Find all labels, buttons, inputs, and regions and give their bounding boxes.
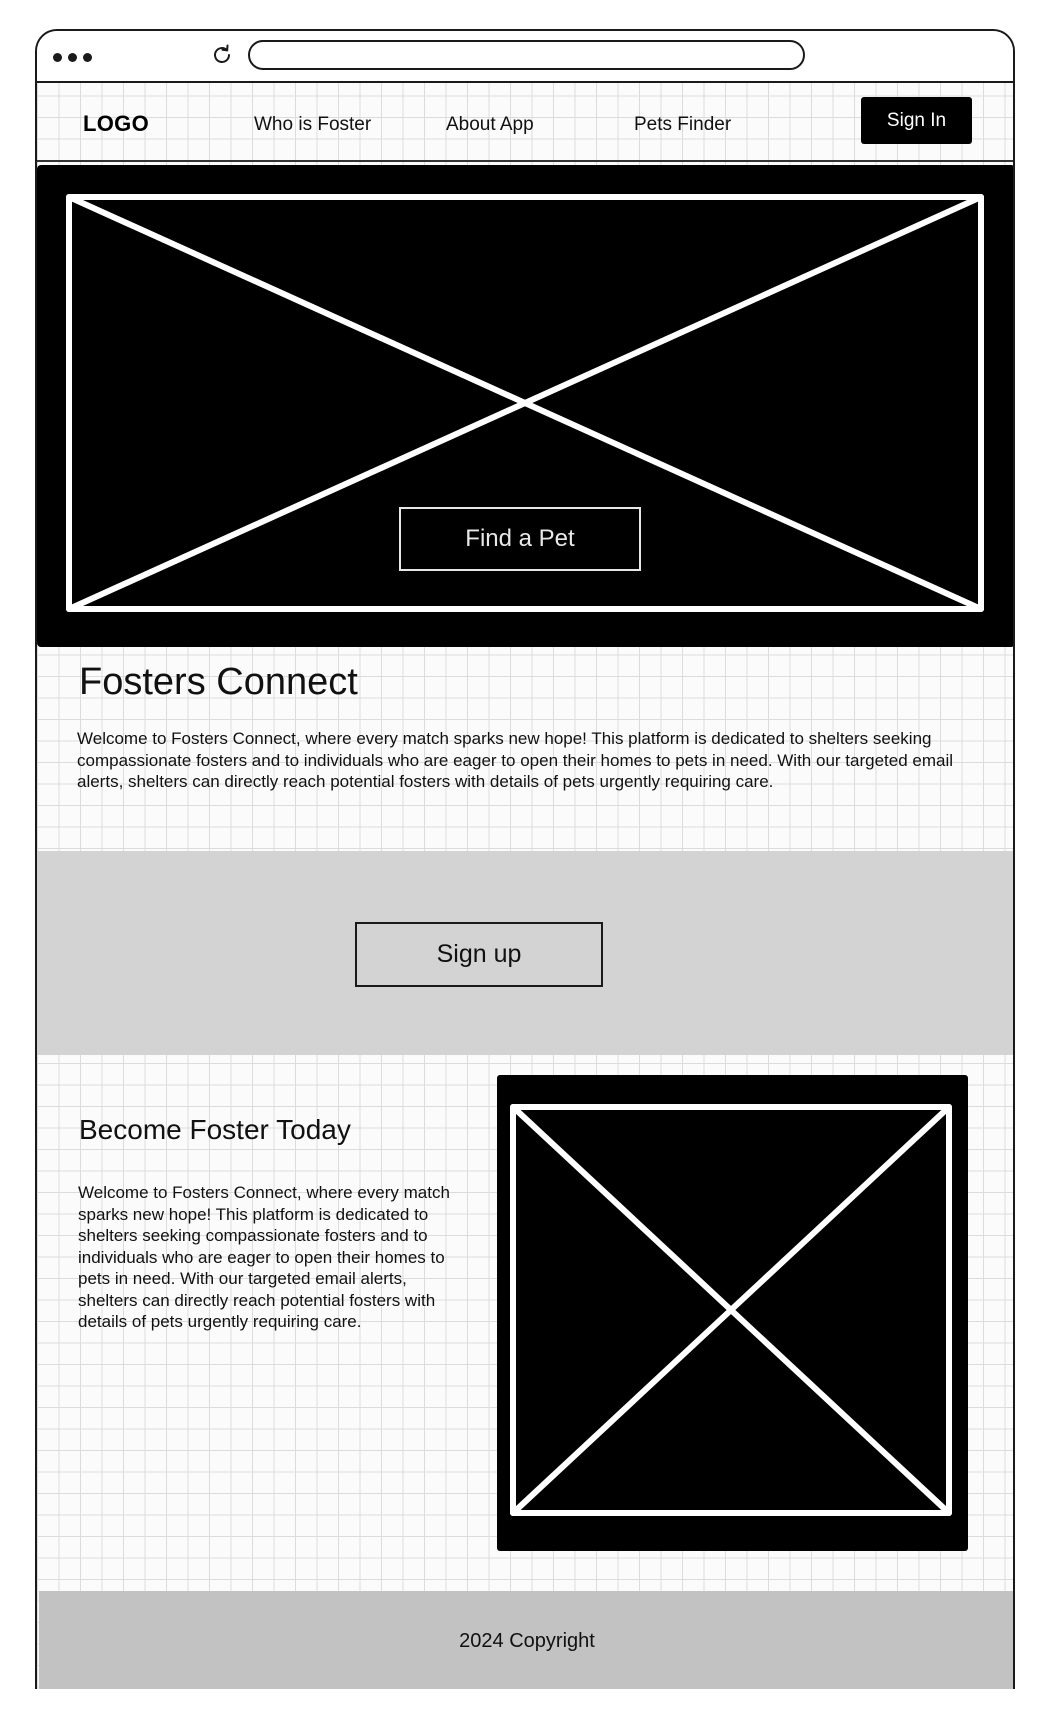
signup-section: Sign up — [37, 851, 1013, 1055]
window-dot-icon — [53, 53, 62, 62]
intro-paragraph: Welcome to Fosters Connect, where every … — [77, 729, 954, 791]
become-foster-paragraph: Welcome to Fosters Connect, where every … — [78, 1183, 450, 1331]
address-bar[interactable] — [248, 40, 805, 70]
image-placeholder-icon — [510, 1104, 952, 1516]
find-a-pet-button[interactable]: Find a Pet — [399, 507, 641, 571]
browser-window: LOGO Who is Foster About App Pets Finder… — [35, 29, 1015, 1689]
browser-toolbar — [37, 31, 1013, 83]
become-foster-heading: Become Foster Today — [79, 1114, 351, 1145]
copyright-text: 2024 Copyright — [459, 1629, 595, 1652]
sign-in-button[interactable]: Sign In — [861, 97, 972, 144]
site-footer: 2024 Copyright — [39, 1591, 1013, 1689]
nav-link-pets-finder[interactable]: Pets Finder — [634, 114, 731, 136]
header-divider — [37, 160, 1013, 162]
site-logo[interactable]: LOGO — [83, 111, 149, 137]
page-title: Fosters Connect — [79, 661, 358, 703]
image-placeholder-icon — [66, 194, 984, 612]
reload-icon[interactable] — [210, 43, 234, 67]
window-dot-icon — [68, 53, 77, 62]
site-header: LOGO Who is Foster About App Pets Finder… — [37, 83, 1013, 161]
nav-link-about-app[interactable]: About App — [446, 114, 534, 136]
sign-up-button[interactable]: Sign up — [355, 922, 603, 987]
foster-image — [497, 1075, 968, 1551]
nav-link-who-is-foster[interactable]: Who is Foster — [254, 114, 371, 136]
hero-banner: Find a Pet — [37, 165, 1013, 647]
window-dot-icon — [83, 53, 92, 62]
